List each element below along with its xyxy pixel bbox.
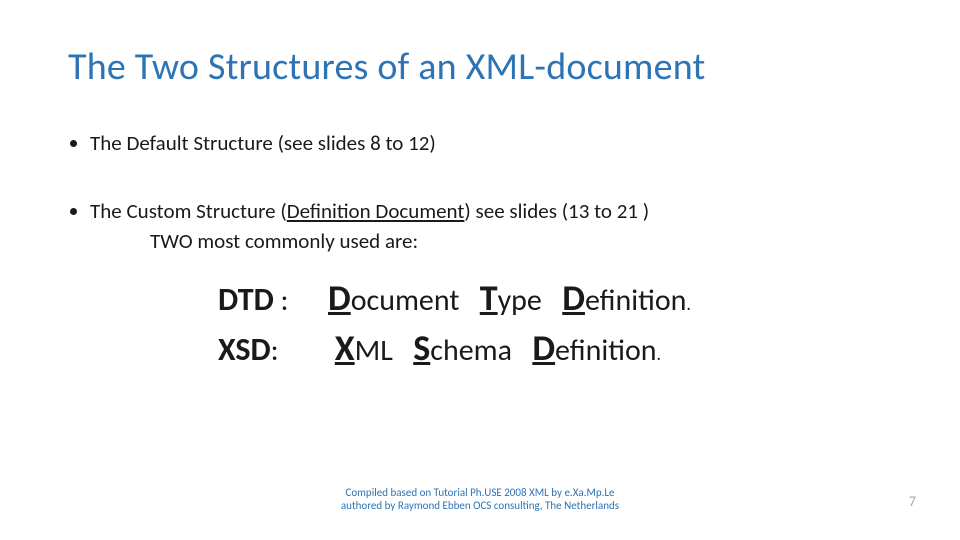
page-number: 7 — [909, 493, 916, 510]
definitions-block: DTD : Document Type Definition. XSD: XML… — [218, 276, 892, 370]
xsd-row: XSD: XML Schema Definition. — [218, 326, 892, 370]
dtd-row: DTD : Document Type Definition. — [218, 276, 892, 320]
xsd-acronym: XSD: — [218, 330, 328, 369]
xsd-expansion: XML Schema Definition. — [328, 326, 661, 370]
bullet-2-underline: Definition Document — [287, 198, 465, 224]
bullet-1: The Default Structure (see slides 8 to 1… — [90, 130, 892, 156]
footer-line-2: authored by Raymond Ebben OCS consulting… — [0, 499, 960, 512]
bullet-2-pre: The Custom Structure ( — [90, 198, 287, 224]
bullet-list: The Default Structure (see slides 8 to 1… — [68, 130, 892, 254]
bullet-2-post: ) see slides (13 to 21 ) — [464, 198, 649, 224]
bullet-2-sub: TWO most commonly used are: — [150, 228, 892, 254]
slide-title: The Two Structures of an XML-document — [68, 44, 892, 90]
footer-line-1: Compiled based on Tutorial Ph.USE 2008 X… — [0, 486, 960, 499]
bullet-2: The Custom Structure (Definition Documen… — [90, 198, 892, 254]
bullet-1-text: The Default Structure (see slides 8 to 1… — [90, 130, 436, 156]
footer-credit: Compiled based on Tutorial Ph.USE 2008 X… — [0, 486, 960, 512]
dtd-acronym: DTD : — [218, 280, 328, 319]
dtd-expansion: Document Type Definition. — [328, 276, 691, 320]
